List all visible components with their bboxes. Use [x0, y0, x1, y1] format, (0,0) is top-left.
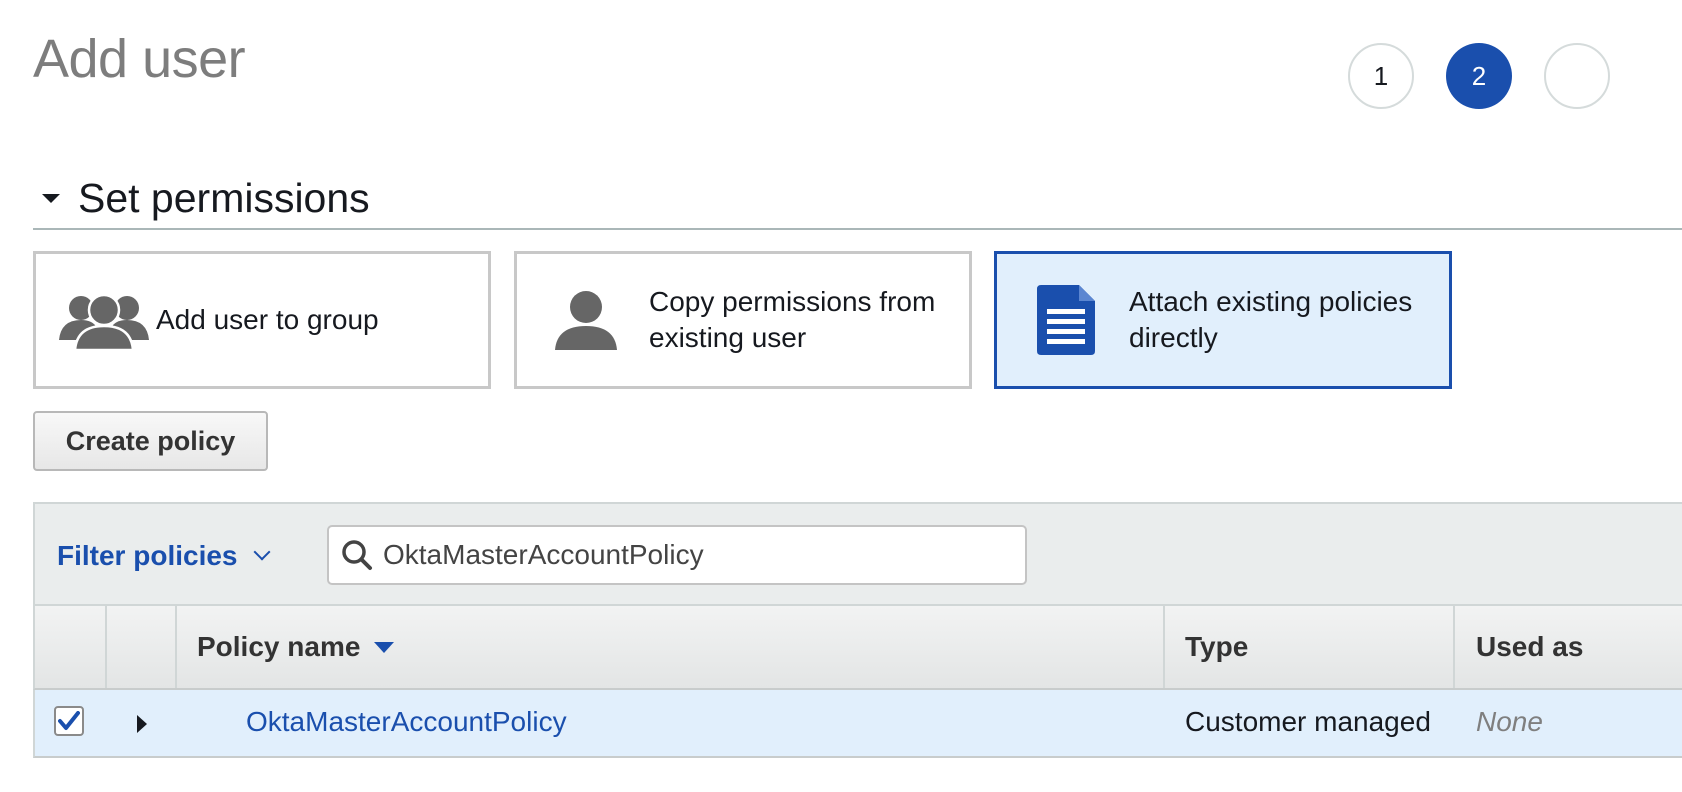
policy-used-as: None	[1476, 706, 1543, 737]
column-divider	[175, 606, 177, 688]
column-label: Used as	[1476, 631, 1584, 662]
create-policy-button[interactable]: Create policy	[33, 411, 268, 471]
policy-type: Customer managed	[1185, 706, 1431, 737]
sort-descending-icon	[374, 641, 395, 653]
column-divider	[1453, 606, 1455, 688]
column-label: Policy name	[197, 631, 361, 662]
filter-policies-dropdown[interactable]: Filter policies	[57, 540, 270, 572]
wizard-step-1[interactable]: 1	[1348, 43, 1414, 109]
column-header-used-as[interactable]: Used as	[1476, 606, 1583, 688]
page-title: Add user	[33, 29, 246, 89]
search-input[interactable]	[381, 538, 985, 572]
wizard-step-2-label: 2	[1471, 60, 1487, 91]
column-divider	[1163, 606, 1165, 688]
wizard-step-2[interactable]: 2	[1446, 43, 1512, 109]
option-label: Copy permissions from existing user	[649, 286, 936, 353]
filter-policies-label: Filter policies	[57, 540, 238, 571]
search-icon	[341, 539, 373, 571]
search-box[interactable]	[327, 525, 1027, 585]
option-attach-policies[interactable]: Attach existing policies directly	[994, 251, 1452, 389]
checkmark-icon	[58, 711, 80, 730]
expand-row-icon[interactable]	[137, 715, 147, 733]
row-checkbox[interactable]	[54, 706, 84, 736]
chevron-down-icon	[253, 543, 270, 561]
group-icon	[58, 290, 150, 350]
user-icon	[537, 290, 635, 350]
collapse-caret-icon[interactable]	[42, 193, 60, 203]
add-user-page: Add user 1 2 Set permissions Add user to…	[0, 0, 1682, 792]
filter-bar: Filter policies	[33, 502, 1682, 606]
option-label: Add user to group	[156, 304, 379, 335]
option-label: Attach existing policies directly	[1129, 286, 1413, 353]
column-divider	[105, 606, 107, 688]
table-header: Policy name Type Used as	[33, 606, 1682, 690]
column-header-type[interactable]: Type	[1185, 606, 1248, 688]
table-row[interactable]: OktaMasterAccountPolicy Customer managed…	[33, 690, 1682, 758]
column-label: Type	[1185, 631, 1249, 662]
section-title: Set permissions	[78, 174, 370, 221]
column-header-policy-name[interactable]: Policy name	[197, 606, 395, 688]
wizard-step-3[interactable]	[1544, 43, 1610, 109]
set-permissions-header[interactable]: Set permissions	[33, 168, 1682, 230]
option-add-user-to-group[interactable]: Add user to group	[33, 251, 491, 389]
wizard-step-1-label: 1	[1373, 60, 1389, 91]
policy-name-link[interactable]: OktaMasterAccountPolicy	[246, 706, 567, 738]
document-icon	[1017, 285, 1115, 355]
option-copy-permissions[interactable]: Copy permissions from existing user	[514, 251, 972, 389]
